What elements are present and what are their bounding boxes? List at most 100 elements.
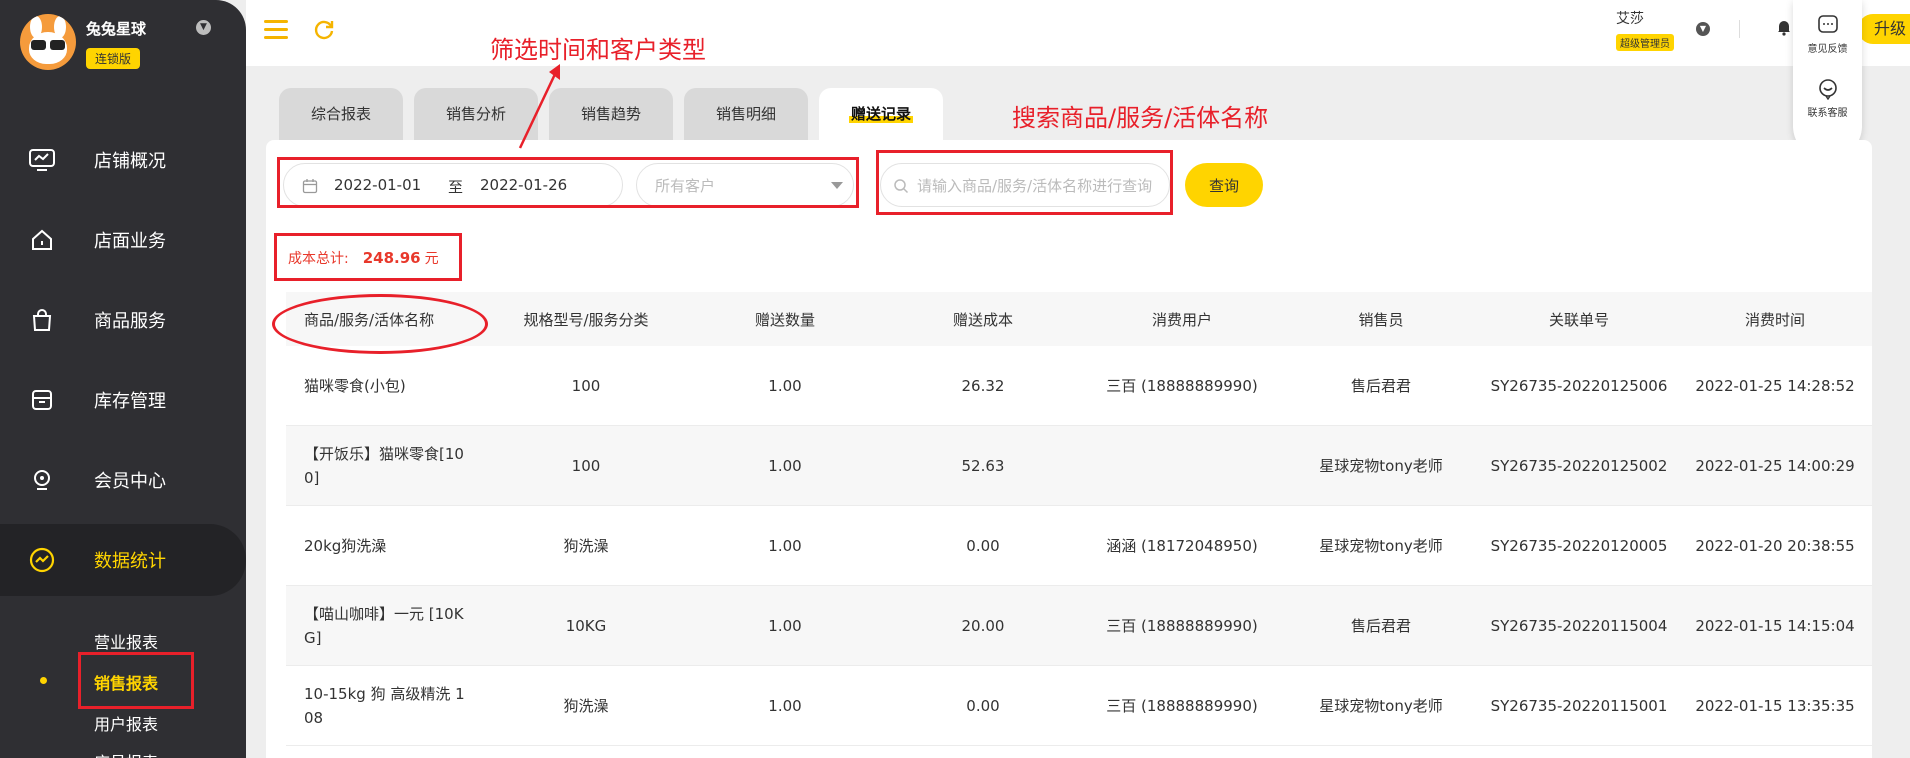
table-row: 【开饭乐】猫咪零食[100] 100 1.00 52.63 星球宠物tony老师 SY26… (286, 426, 1872, 506)
table-cell-text: 100 (571, 456, 601, 475)
table-cell-text: 10-15kg 狗 高级精洗 108 (304, 684, 465, 727)
table-cell-text: 星球宠物tony老师 (1319, 536, 1443, 555)
member-icon (28, 466, 56, 494)
table-cell-text: SY26735-20220125002 (1490, 456, 1668, 475)
table-cell-text: 涵涵 (18172048950) (1106, 536, 1258, 555)
table-cell: 0.00 (884, 666, 1082, 745)
table-cell-text: 1.00 (768, 696, 802, 715)
table-cell: 1.00 (686, 586, 884, 665)
sidebar-sub-business-report[interactable]: 营业报表 (94, 629, 158, 653)
table-cell-text: 售后君君 (1350, 616, 1411, 635)
avatar-glass-right (50, 40, 65, 50)
table-cell: 2022-01-15 14:15:04 (1678, 586, 1872, 665)
table-cell: SY26735-20220125002 (1480, 426, 1678, 505)
table-cell: 20.00 (884, 586, 1082, 665)
table-cell: 星球宠物tony老师 (1282, 506, 1480, 585)
query-button[interactable]: 查询 (1185, 163, 1263, 207)
table-cell: 【喵山咖啡】一元 [10KG] (286, 586, 486, 665)
table-cell-text: 狗洗澡 (563, 536, 609, 555)
table-cell: 星球宠物tony老师 (1282, 426, 1480, 505)
sidebar-item-store-business[interactable]: 店面业务 (0, 204, 246, 276)
brand-avatar (20, 14, 76, 70)
search-box[interactable] (880, 163, 1170, 207)
table-cell-text: SY26735-20220115004 (1490, 616, 1668, 635)
tab-gift-record[interactable]: 赠送记录 (819, 88, 943, 140)
table-cell-text: SY26735-20220125006 (1490, 376, 1668, 395)
table-row: 10-15kg 狗 高级精洗 108 狗洗澡 1.00 0.00 三百 (1888888… (286, 666, 1872, 746)
table-cell-text: 三百 (18888889990) (1106, 376, 1258, 395)
sidebar-sub-staff-report[interactable]: 店员报表 (94, 749, 158, 758)
table-cell-text: SY26735-20220115001 (1490, 696, 1668, 715)
user-role-badge: 超级管理员 (1616, 34, 1674, 51)
brand-badge: 连锁版 (86, 48, 141, 69)
table-cell-text: 0.00 (966, 696, 1000, 715)
date-end[interactable]: 2022-01-26 (480, 176, 567, 194)
sidebar-item-goods-services[interactable]: 商品服务 (0, 284, 246, 356)
table-cell-text: 三百 (18888889990) (1106, 696, 1258, 715)
customer-select-value: 所有客户 (655, 177, 716, 195)
table-cell: 狗洗澡 (486, 666, 686, 745)
sidebar-item-statistics[interactable]: 数据统计 (0, 524, 246, 596)
calendar-icon (302, 178, 318, 194)
column-header: 消费用户 (1151, 310, 1212, 329)
sidebar-item-member-center[interactable]: 会员中心 (0, 444, 246, 516)
customer-type-select[interactable]: 所有客户 (636, 163, 854, 207)
table-cell-text: 1.00 (768, 616, 802, 635)
table-cell-text: 20kg狗洗澡 (304, 536, 387, 555)
column-header: 消费时间 (1744, 310, 1805, 329)
tab-sales-detail[interactable]: 销售明细 (684, 88, 808, 140)
customer-service-button[interactable]: 联系客服 (1793, 78, 1862, 119)
table-header: 商品/服务/活体名称 规格型号/服务分类 赠送数量 赠送成本 消费用户 销售员 … (286, 292, 1872, 346)
table-cell: SY26735-20220115001 (1480, 666, 1678, 745)
table-cell: 0.00 (884, 506, 1082, 585)
feedback-button[interactable]: 意见反馈 (1793, 14, 1862, 55)
table-cell: 星球宠物tony老师 (1282, 666, 1480, 745)
date-start[interactable]: 2022-01-01 (334, 176, 421, 194)
statistics-icon (28, 546, 56, 574)
chevron-down-icon[interactable]: ▼ (196, 20, 211, 35)
bell-icon[interactable] (1776, 18, 1792, 36)
user-dropdown-icon[interactable]: ▼ (1696, 22, 1710, 36)
refresh-icon[interactable] (312, 18, 336, 42)
column-header: 销售员 (1358, 310, 1404, 329)
table-cell-text: 0.00 (966, 536, 1000, 555)
sidebar-sub-user-report[interactable]: 用户报表 (94, 711, 158, 735)
upgrade-button[interactable]: 升级 (1858, 14, 1910, 44)
sidebar-item-inventory[interactable]: 库存管理 (0, 364, 246, 436)
table-cell: 10KG (486, 586, 686, 665)
table-cell: 涵涵 (18172048950) (1082, 506, 1282, 585)
table-cell: SY26735-20220125006 (1480, 346, 1678, 425)
table-cell-text: 猫咪零食(小包) (304, 376, 406, 395)
table-cell: 10-15kg 狗 高级精洗 108 (286, 666, 486, 745)
menu-icon[interactable] (264, 20, 288, 40)
tab-sales-trend[interactable]: 销售趋势 (549, 88, 673, 140)
table-cell: 2022-01-15 13:35:35 (1678, 666, 1872, 745)
table-cell: 猫咪零食(小包) (286, 346, 486, 425)
table-row: 猫咪零食(小包) 100 1.00 26.32 三百 (18888889990) 售后君君… (286, 346, 1872, 426)
table-cell: 26.32 (884, 346, 1082, 425)
table-cell: 2022-01-25 14:28:52 (1678, 346, 1872, 425)
sidebar-item-overview[interactable]: 店铺概况 (0, 124, 246, 196)
floating-help-panel: 意见反馈 联系客服 (1793, 0, 1862, 160)
table-cell: 2022-01-20 20:38:55 (1678, 506, 1872, 585)
sidebar-sub-sales-report[interactable]: 销售报表 (94, 670, 158, 694)
table-cell: SY26735-20220120005 (1480, 506, 1678, 585)
annotation-search-note: 搜索商品/服务/活体名称 (1012, 104, 1269, 132)
table-cell: 20kg狗洗澡 (286, 506, 486, 585)
date-range-picker[interactable]: 2022-01-01 至 2022-01-26 (283, 163, 623, 207)
table-cell: 1.00 (686, 426, 884, 505)
topbar-divider (1739, 20, 1740, 38)
inventory-box-icon (28, 386, 56, 414)
home-icon (28, 226, 56, 254)
feedback-icon (1817, 14, 1839, 36)
gift-record-table: 商品/服务/活体名称 规格型号/服务分类 赠送数量 赠送成本 消费用户 销售员 … (286, 292, 1872, 746)
table-cell: 2022-01-25 14:00:29 (1678, 426, 1872, 505)
table-cell-text: 2022-01-25 14:00:29 (1695, 456, 1855, 475)
active-indicator-dot (40, 677, 47, 684)
search-input[interactable] (917, 174, 1163, 198)
tab-summary-report[interactable]: 综合报表 (279, 88, 403, 140)
brand-name: 兔兔星球 (86, 20, 147, 38)
table-cell-text: 狗洗澡 (563, 696, 609, 715)
tab-sales-analysis[interactable]: 销售分析 (414, 88, 538, 140)
table-cell-text: 10KG (565, 616, 607, 635)
